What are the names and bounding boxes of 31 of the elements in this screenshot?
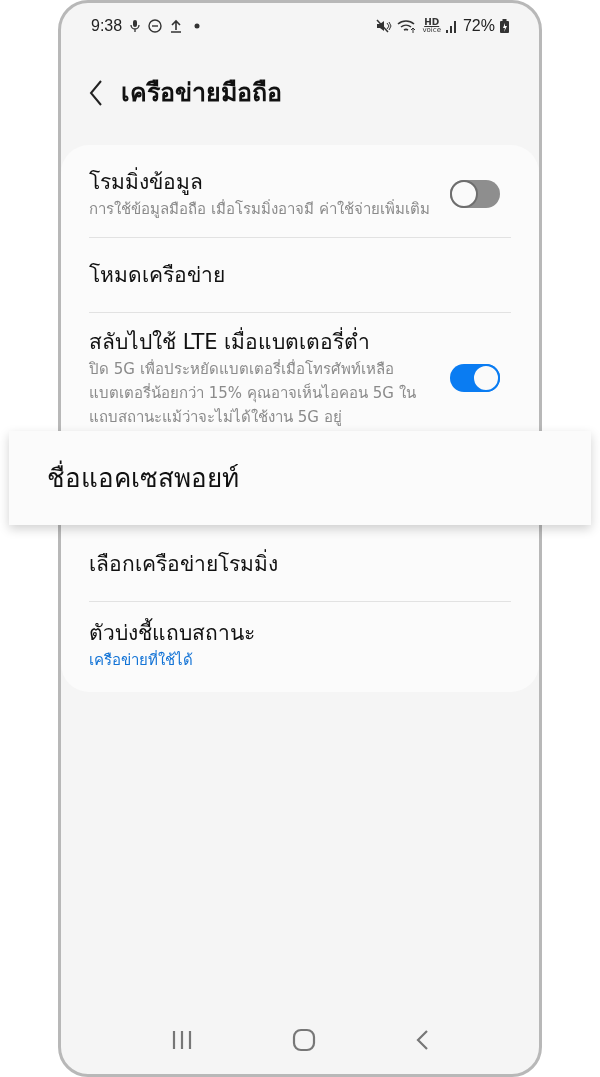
status-time: 9:38 [91,16,123,36]
microphone-icon [130,19,141,33]
do-not-disturb-icon [148,19,163,33]
upload-icon [170,19,183,33]
toggle-switch[interactable] [450,180,500,208]
setting-value: เครือข่ายที่ใช้ได้ [89,649,194,671]
mute-icon [376,19,393,33]
setting-row[interactable]: โรมมิ่งข้อมูล การใช้ข้อมูลมือถือ เมื่อโรมมิ่งอาจมี ค่าใช้จ่ายเพิ่มเติม [61,151,539,237]
setting-title: ตัวบ่งชี้แถบสถานะ [89,618,434,648]
highlighted-setting-row[interactable]: ชื่อแอคเซสพอยท์ [9,431,591,525]
setting-description: การใช้ข้อมูลมือถือ เมื่อโรมมิ่งอาจมี ค่าใช้จ่ายเพิ่มเติม [89,198,431,220]
page-title: เครือข่ายมือถือ [121,77,282,110]
setting-row[interactable]: ตัวบ่งชี้แถบสถานะ เครือข่ายที่ใช้ได้ [61,602,539,688]
setting-title: เลือกเครือข่ายโรมมิ่ง [89,549,434,579]
setting-row[interactable]: โหมดเครือข่าย [61,238,539,312]
back-icon[interactable] [89,80,103,106]
setting-title: ชื่อแอคเซสพอยท์ [47,459,239,495]
setting-title: สลับไปใช้ LTE เมื่อแบตเตอรี่ต่ำ [89,327,434,357]
home-icon[interactable] [292,1028,316,1052]
recent-apps-icon[interactable] [170,1029,193,1051]
setting-title: โหมดเครือข่าย [89,262,226,289]
battery-percent: 72% [462,16,495,36]
setting-description: ปิด 5G เพื่อประหยัดแบตเตอรี่เมื่อโทรศัพท์เหลือแบตเตอรี่น้อยกว่า 15% คุณอาจเห็นไอคอน 5G ในแถบสถานะแม้ว่าจะไม่ได้ใช้งาน 5G อยู่ [89,358,417,428]
battery-icon [500,19,509,33]
setting-title: โรมมิ่งข้อมูล [89,167,434,197]
setting-row[interactable]: สลับไปใช้ LTE เมื่อแบตเตอรี่ต่ำ ปิด 5G เพื่อประหยัดแบตเตอรี่เมื่อโทรศัพท์เหลือแบตเตอรี่น้อยกว่า 15% คุณอาจเห็นไอคอน 5G ในแถบสถานะแม้ว่าจะไม่ได้ใช้งาน 5G อยู่ [61,313,539,429]
setting-row[interactable]: เลือกเครือข่ายโรมมิ่ง [61,527,539,601]
signal-icon [445,19,458,33]
hd-label: HD [424,18,440,27]
toggle-switch[interactable] [450,364,500,392]
wifi-icon [397,19,418,33]
